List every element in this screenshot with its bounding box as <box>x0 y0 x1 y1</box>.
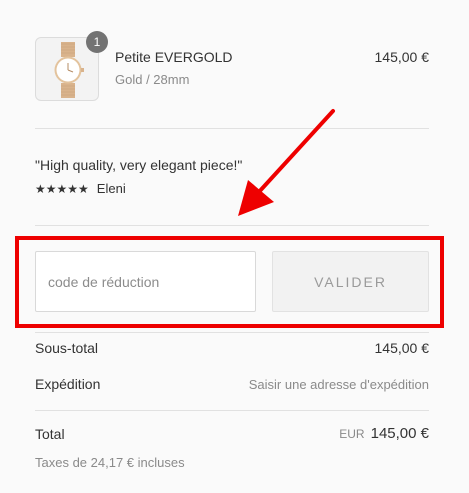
product-name: Petite EVERGOLD <box>115 49 233 65</box>
subtotal-label: Sous-total <box>35 340 99 356</box>
star-rating-icon: ★★★★★ <box>35 182 89 196</box>
product-thumbnail: 1 <box>35 31 108 101</box>
discount-code-input[interactable] <box>35 251 256 312</box>
product-price: 145,00 € <box>374 49 430 65</box>
shipping-value: Saisir une adresse d'expédition <box>248 377 429 392</box>
total-label: Total <box>35 426 65 442</box>
divider <box>35 410 429 411</box>
tax-note: Taxes de 24,17 € incluses <box>35 455 185 470</box>
total-value: EUR 145,00 € <box>339 425 429 442</box>
apply-discount-button[interactable]: VALIDER <box>272 251 429 312</box>
quantity-badge: 1 <box>86 31 108 53</box>
review-quote: "High quality, very elegant piece!" <box>35 157 243 173</box>
total-currency: EUR <box>339 427 365 441</box>
review-meta: ★★★★★ Eleni <box>35 181 126 196</box>
divider <box>35 332 429 333</box>
review-author: Eleni <box>96 181 126 196</box>
total-amount: 145,00 € <box>370 425 429 442</box>
subtotal-value: 145,00 € <box>374 340 430 356</box>
shipping-label: Expédition <box>35 376 101 392</box>
line-item: 1 Petite EVERGOLD Gold / 28mm 145,00 € <box>35 31 430 101</box>
annotation-arrow-icon <box>238 109 335 216</box>
product-variant: Gold / 28mm <box>115 72 190 87</box>
watch-icon <box>54 42 84 98</box>
